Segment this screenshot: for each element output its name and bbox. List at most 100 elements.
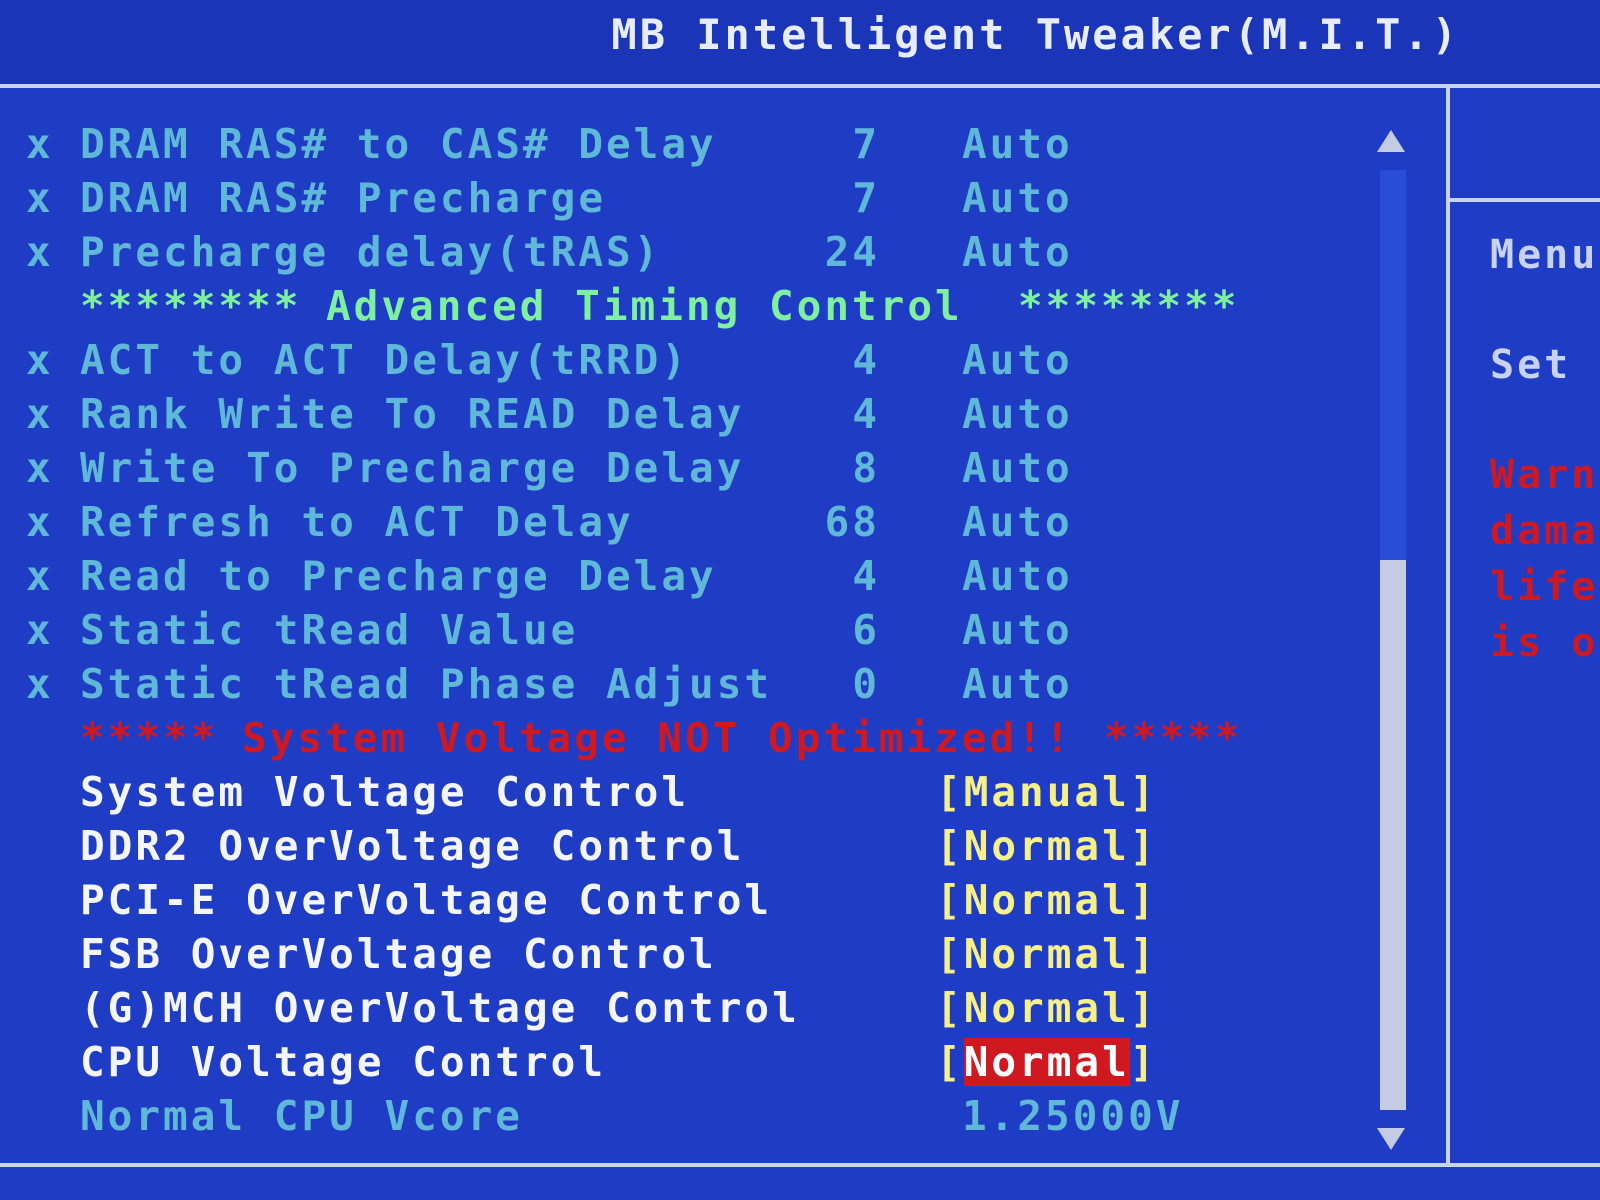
header-stars-left: ******** (80, 282, 302, 330)
locked-marker: x (26, 390, 54, 438)
help-panel-divider (1446, 88, 1450, 1163)
warning-stars-right: ***** (1104, 714, 1243, 762)
setting-label: Static tRead Value (80, 606, 579, 654)
title-bar: MB Intelligent Tweaker(M.I.T.) (0, 0, 1600, 84)
title-divider (0, 84, 1600, 88)
setting-label: Write To Precharge Delay (80, 444, 745, 492)
setting-current-value: 4 (852, 552, 880, 600)
advanced-timing-header: ******** Advanced Timing Control *******… (0, 282, 1380, 336)
setting-row-normal-cpu-vcore: Normal CPU Vcore 1.25000V (0, 1092, 1380, 1146)
setting-label: Precharge delay(tRAS) (80, 228, 662, 276)
setting-label: ACT to ACT Delay(tRRD) (80, 336, 690, 384)
setting-value: Auto (962, 390, 1073, 438)
locked-marker: x (26, 336, 54, 384)
page-title: MB Intelligent Tweaker(M.I.T.) (611, 10, 1460, 59)
scroll-down-arrow-icon[interactable] (1377, 1128, 1405, 1150)
warning-stars-left: ***** (80, 714, 219, 762)
setting-value: Auto (962, 174, 1073, 222)
setting-row-fsb-overvoltage[interactable]: FSB OverVoltage Control [Normal] (0, 930, 1380, 984)
locked-marker: x (26, 660, 54, 708)
setting-label: Normal CPU Vcore (80, 1092, 523, 1140)
locked-marker: x (26, 174, 54, 222)
setting-row-precharge-delay: x Precharge delay(tRAS) 24 Auto (0, 228, 1380, 282)
help-panel-header-divider (1450, 198, 1600, 202)
setting-value-option-selected[interactable]: [Normal] (936, 1038, 1157, 1086)
setting-row-system-voltage-control[interactable]: System Voltage Control [Manual] (0, 768, 1380, 822)
option-value-highlighted: Normal (963, 1038, 1130, 1086)
option-value: Normal (963, 930, 1130, 978)
help-warning-line: life (1490, 564, 1599, 610)
setting-value-option[interactable]: [Normal] (936, 930, 1157, 978)
setting-label: DRAM RAS# to CAS# Delay (80, 120, 717, 168)
setting-label: (G)MCH OverVoltage Control (80, 984, 800, 1032)
help-set-text: Set (1490, 342, 1572, 388)
setting-value: Auto (962, 660, 1073, 708)
setting-row-gmch-overvoltage[interactable]: (G)MCH OverVoltage Control [Normal] (0, 984, 1380, 1038)
setting-row-ddr2-overvoltage[interactable]: DDR2 OverVoltage Control [Normal] (0, 822, 1380, 876)
setting-current-value: 8 (852, 444, 880, 492)
locked-marker: x (26, 444, 54, 492)
locked-marker: x (26, 228, 54, 276)
locked-marker: x (26, 498, 54, 546)
setting-label: CPU Voltage Control (80, 1038, 606, 1086)
setting-row-dram-ras-to-cas: x DRAM RAS# to CAS# Delay 7 Auto (0, 120, 1380, 174)
warning-text: System Voltage NOT Optimized!! (242, 714, 1073, 762)
setting-label: Refresh to ACT Delay (80, 498, 634, 546)
setting-value: Auto (962, 228, 1073, 276)
setting-row-write-to-precharge: x Write To Precharge Delay 8 Auto (0, 444, 1380, 498)
setting-label: System Voltage Control (80, 768, 690, 816)
scrollbar-thumb[interactable] (1380, 560, 1406, 1110)
setting-row-refresh-to-act: x Refresh to ACT Delay 68 Auto (0, 498, 1380, 552)
setting-value: Auto (962, 444, 1073, 492)
header-text: Advanced Timing Control (326, 282, 963, 330)
setting-value-option[interactable]: [Manual] (936, 768, 1157, 816)
setting-current-value: 0 (852, 660, 880, 708)
setting-value-option[interactable]: [Normal] (936, 822, 1157, 870)
help-warning-line: is o (1490, 620, 1599, 666)
setting-row-static-tread-phase: x Static tRead Phase Adjust 0 Auto (0, 660, 1380, 714)
help-warning-line: Warn (1490, 452, 1599, 498)
setting-label: DRAM RAS# Precharge (80, 174, 606, 222)
option-value: Manual (963, 768, 1130, 816)
setting-value: Auto (962, 498, 1073, 546)
voltage-warning: ***** System Voltage NOT Optimized!! ***… (0, 714, 1380, 768)
setting-label: Read to Precharge Delay (80, 552, 717, 600)
setting-current-value: 68 (824, 498, 880, 546)
help-menu-text: Menu (1490, 232, 1599, 278)
setting-label: Static tRead Phase Adjust (80, 660, 773, 708)
setting-current-value: 7 (852, 120, 880, 168)
setting-value: Auto (962, 606, 1073, 654)
setting-current-value: 4 (852, 336, 880, 384)
setting-current-value: 6 (852, 606, 880, 654)
setting-value-option[interactable]: [Normal] (936, 984, 1157, 1032)
option-value: Normal (963, 984, 1130, 1032)
setting-current-value: 7 (852, 174, 880, 222)
option-value: Normal (963, 876, 1130, 924)
setting-label: PCI-E OverVoltage Control (80, 876, 773, 924)
setting-value: Auto (962, 552, 1073, 600)
setting-row-act-to-act: x ACT to ACT Delay(tRRD) 4 Auto (0, 336, 1380, 390)
bottom-divider (0, 1163, 1600, 1167)
locked-marker: x (26, 120, 54, 168)
locked-marker: x (26, 606, 54, 654)
header-stars-right: ******** (1018, 282, 1240, 330)
scroll-up-arrow-icon[interactable] (1377, 130, 1405, 152)
locked-marker: x (26, 552, 54, 600)
setting-label: FSB OverVoltage Control (80, 930, 717, 978)
help-warning-line: dama (1490, 508, 1599, 554)
setting-label: Rank Write To READ Delay (80, 390, 745, 438)
setting-current-value: 24 (824, 228, 880, 276)
setting-row-rank-write-to-read: x Rank Write To READ Delay 4 Auto (0, 390, 1380, 444)
setting-value: 1.25000V (962, 1092, 1184, 1140)
setting-row-dram-ras-precharge: x DRAM RAS# Precharge 7 Auto (0, 174, 1380, 228)
setting-row-read-to-precharge: x Read to Precharge Delay 4 Auto (0, 552, 1380, 606)
setting-row-cpu-voltage-control[interactable]: CPU Voltage Control [Normal] (0, 1038, 1380, 1092)
setting-current-value: 4 (852, 390, 880, 438)
setting-row-static-tread-value: x Static tRead Value 6 Auto (0, 606, 1380, 660)
option-value: Normal (963, 822, 1130, 870)
setting-value-option[interactable]: [Normal] (936, 876, 1157, 924)
setting-row-pcie-overvoltage[interactable]: PCI-E OverVoltage Control [Normal] (0, 876, 1380, 930)
setting-value: Auto (962, 336, 1073, 384)
setting-value: Auto (962, 120, 1073, 168)
setting-label: DDR2 OverVoltage Control (80, 822, 745, 870)
